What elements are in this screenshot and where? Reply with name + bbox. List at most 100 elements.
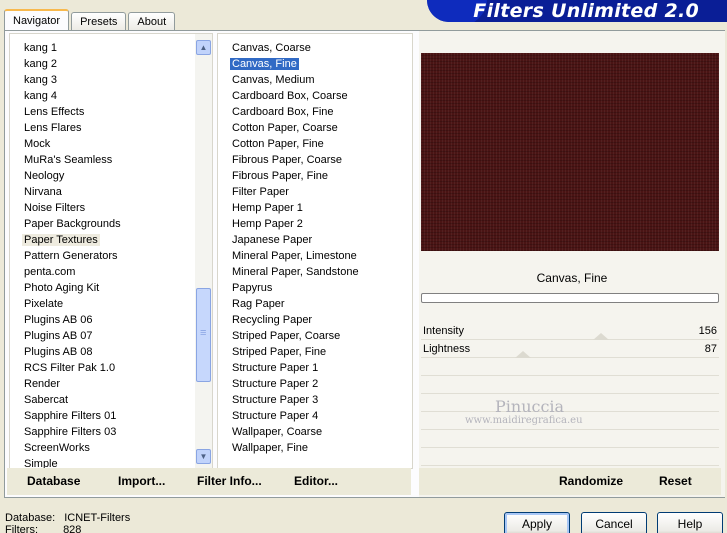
watermark-url: www.maidiregrafica.eu <box>465 415 583 426</box>
list-item[interactable]: Hemp Paper 1 <box>218 200 412 216</box>
reset-button[interactable]: Reset <box>659 474 692 488</box>
database-status-label: Database: <box>5 512 56 524</box>
list-item[interactable]: MuRa's Seamless <box>10 152 212 168</box>
list-item[interactable]: Structure Paper 1 <box>218 360 412 376</box>
list-item[interactable]: kang 3 <box>10 72 212 88</box>
list-item[interactable]: Filter Paper <box>218 184 412 200</box>
list-item-label: Sapphire Filters 01 <box>24 410 117 422</box>
list-item[interactable]: Neology <box>10 168 212 184</box>
list-item[interactable]: Japanese Paper <box>218 232 412 248</box>
list-item[interactable]: kang 1 <box>10 40 212 56</box>
list-item-label: Wallpaper, Coarse <box>232 426 323 438</box>
help-button[interactable]: Help <box>657 512 723 533</box>
intensity-thumb-icon[interactable] <box>593 333 609 340</box>
database-button[interactable]: Database <box>27 474 80 488</box>
list-item[interactable]: Pixelate <box>10 296 212 312</box>
list-item[interactable]: Canvas, Fine <box>218 56 412 72</box>
list-item[interactable]: Paper Textures <box>10 232 212 248</box>
list-item[interactable]: Papyrus <box>218 280 412 296</box>
list-item[interactable]: Sabercat <box>10 392 212 408</box>
list-item-label: Cardboard Box, Coarse <box>232 90 348 102</box>
database-status: Database: ICNET-Filters <box>5 512 130 524</box>
list-item[interactable]: Cotton Paper, Coarse <box>218 120 412 136</box>
list-item-label: Sapphire Filters 03 <box>24 426 117 438</box>
empty-slider-row <box>421 377 719 394</box>
right-action-bar: Randomize Reset <box>419 468 721 495</box>
category-list[interactable]: kang 1 kang 2 kang 3 kang 4 Lens Effects Lens… <box>9 33 213 469</box>
list-item-label: penta.com <box>24 266 76 278</box>
list-item[interactable]: RCS Filter Pak 1.0 <box>10 360 212 376</box>
list-item[interactable]: Fibrous Paper, Fine <box>218 168 412 184</box>
list-item[interactable]: Photo Aging Kit <box>10 280 212 296</box>
list-item[interactable]: Striped Paper, Coarse <box>218 328 412 344</box>
list-item[interactable]: Wallpaper, Coarse <box>218 424 412 440</box>
editor-button[interactable]: Editor... <box>294 474 338 488</box>
filter-name-label: Canvas, Fine <box>536 271 608 285</box>
list-item[interactable]: Sapphire Filters 01 <box>10 408 212 424</box>
list-item-label: Pattern Generators <box>24 250 118 262</box>
tab-navigator[interactable]: Navigator <box>4 9 70 31</box>
list-item[interactable]: Canvas, Medium <box>218 72 412 88</box>
tab-presets[interactable]: Presets <box>71 12 127 30</box>
scroll-up-icon[interactable]: ▲ <box>196 40 211 55</box>
list-item[interactable]: ScreenWorks <box>10 440 212 456</box>
list-item[interactable]: Cotton Paper, Fine <box>218 136 412 152</box>
tab-about[interactable]: About <box>128 12 176 30</box>
scroll-thumb[interactable] <box>196 288 211 382</box>
list-item[interactable]: penta.com <box>10 264 212 280</box>
list-item[interactable]: Noise Filters <box>10 200 212 216</box>
list-item[interactable]: kang 2 <box>10 56 212 72</box>
list-item[interactable]: Fibrous Paper, Coarse <box>218 152 412 168</box>
filter-info-button[interactable]: Filter Info... <box>197 474 262 488</box>
filter-list[interactable]: Canvas, Coarse Canvas, Fine Canvas, Medium… <box>217 33 413 469</box>
list-item-label: Hemp Paper 2 <box>232 218 303 230</box>
list-item[interactable]: Sapphire Filters 03 <box>10 424 212 440</box>
list-item[interactable]: Wallpaper, Fine <box>218 440 412 456</box>
list-item[interactable]: Recycling Paper <box>218 312 412 328</box>
intensity-slider[interactable]: Intensity 156 <box>421 323 719 340</box>
lightness-slider[interactable]: Lightness 87 <box>421 341 719 358</box>
lightness-thumb-icon[interactable] <box>515 351 531 358</box>
list-item-label: kang 3 <box>24 74 58 86</box>
cancel-button[interactable]: Cancel <box>581 512 647 533</box>
list-item[interactable]: Plugins AB 07 <box>10 328 212 344</box>
list-item[interactable]: Render <box>10 376 212 392</box>
list-item[interactable]: Cardboard Box, Coarse <box>218 88 412 104</box>
list-item[interactable]: Structure Paper 4 <box>218 408 412 424</box>
list-item[interactable]: Mineral Paper, Limestone <box>218 248 412 264</box>
list-item[interactable]: Pattern Generators <box>10 248 212 264</box>
category-scrollbar[interactable]: ▲ ▼ <box>195 34 212 468</box>
list-item[interactable]: Canvas, Coarse <box>218 40 412 56</box>
scroll-down-icon[interactable]: ▼ <box>196 449 211 464</box>
filters-status-label: Filters: <box>5 524 38 533</box>
list-item[interactable]: Lens Flares <box>10 120 212 136</box>
list-item-label: Structure Paper 1 <box>232 362 319 374</box>
list-item[interactable]: Rag Paper <box>218 296 412 312</box>
list-item-label: Striped Paper, Fine <box>232 346 327 358</box>
list-item[interactable]: Mineral Paper, Sandstone <box>218 264 412 280</box>
list-item[interactable]: Nirvana <box>10 184 212 200</box>
list-item[interactable]: Plugins AB 08 <box>10 344 212 360</box>
list-item[interactable]: Lens Effects <box>10 104 212 120</box>
list-item[interactable]: Striped Paper, Fine <box>218 344 412 360</box>
apply-button[interactable]: Apply <box>504 512 570 533</box>
randomize-button[interactable]: Randomize <box>559 474 623 488</box>
list-item[interactable]: Mock <box>10 136 212 152</box>
list-item-label: Structure Paper 2 <box>232 378 319 390</box>
list-item-label: Paper Backgrounds <box>24 218 121 230</box>
list-item-label: ScreenWorks <box>24 442 90 454</box>
database-status-value: ICNET-Filters <box>64 512 131 524</box>
list-item[interactable]: Structure Paper 3 <box>218 392 412 408</box>
list-item-label: Lens Flares <box>24 122 82 134</box>
list-item[interactable]: Paper Backgrounds <box>10 216 212 232</box>
list-item-label: Lens Effects <box>24 106 85 118</box>
list-item[interactable]: Hemp Paper 2 <box>218 216 412 232</box>
import-button[interactable]: Import... <box>118 474 165 488</box>
list-item[interactable]: Structure Paper 2 <box>218 376 412 392</box>
list-item[interactable]: Plugins AB 06 <box>10 312 212 328</box>
list-item-label: kang 4 <box>24 90 58 102</box>
lightness-value: 87 <box>704 343 717 355</box>
list-item[interactable]: kang 4 <box>10 88 212 104</box>
list-item[interactable]: Cardboard Box, Fine <box>218 104 412 120</box>
list-item-label: Photo Aging Kit <box>24 282 100 294</box>
